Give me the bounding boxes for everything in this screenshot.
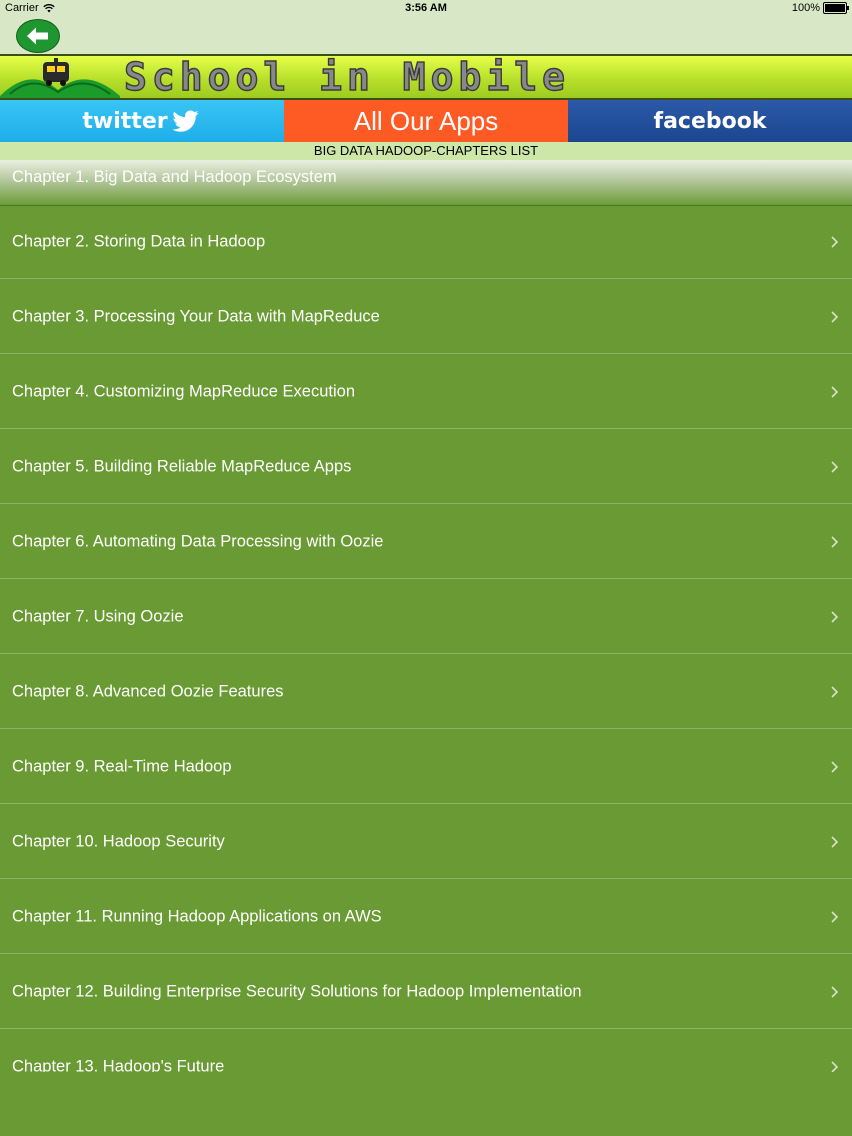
list-bottom-area [0, 1072, 852, 1136]
back-button[interactable] [16, 19, 60, 53]
chevron-right-icon [831, 460, 839, 473]
arrow-left-icon [27, 27, 48, 45]
clock: 3:56 AM [405, 2, 447, 14]
battery-group: 100% [791, 2, 849, 14]
chevron-right-icon [831, 910, 839, 923]
app-root: Carrier 3:56 AM 100% School in Mobile tw… [0, 0, 852, 1136]
chapter-row[interactable]: Chapter 12. Building Enterprise Security… [0, 955, 852, 1029]
battery-icon [823, 2, 849, 14]
chevron-right-icon [831, 310, 839, 323]
chapter-row-label: Chapter 13. Hadoop's Future [12, 1057, 225, 1072]
nav-bar [0, 17, 852, 54]
chevron-right-icon [831, 685, 839, 698]
chevron-right-icon [831, 985, 839, 998]
chapter-row-label: Chapter 6. Automating Data Processing wi… [12, 532, 384, 550]
twitter-label: twitter [82, 108, 168, 134]
status-bar: Carrier 3:56 AM 100% [0, 0, 852, 17]
chevron-right-icon [831, 760, 839, 773]
twitter-bird-icon [171, 110, 199, 132]
chevron-right-icon [831, 535, 839, 548]
chapter-row-label: Chapter 3. Processing Your Data with Map… [12, 307, 380, 325]
chapter-row[interactable]: Chapter 13. Hadoop's Future [0, 1030, 852, 1072]
chevron-right-icon [831, 1060, 839, 1072]
chapter-row[interactable]: Chapter 5. Building Reliable MapReduce A… [0, 430, 852, 504]
chapter-row[interactable]: Chapter 11. Running Hadoop Applications … [0, 880, 852, 954]
chapter-row[interactable]: Chapter 8. Advanced Oozie Features [0, 655, 852, 729]
section-title: BIG DATA HADOOP-CHAPTERS LIST [0, 142, 852, 160]
chapter-row[interactable]: Chapter 10. Hadoop Security [0, 805, 852, 879]
battery-percent: 100% [791, 2, 820, 14]
chevron-right-icon [831, 835, 839, 848]
chapter-row[interactable]: Chapter 7. Using Oozie [0, 580, 852, 654]
facebook-label: facebook [653, 108, 767, 134]
chevron-right-icon [831, 610, 839, 623]
app-banner: School in Mobile [0, 54, 852, 100]
chapter-row-label: Chapter 1. Big Data and Hadoop Ecosystem [12, 168, 337, 186]
school-bus-book-logo [0, 58, 120, 98]
social-buttons-row: twitter All Our Apps facebook [0, 100, 852, 142]
chapter-row-label: Chapter 12. Building Enterprise Security… [12, 982, 582, 1000]
twitter-button[interactable]: twitter [0, 100, 284, 142]
battery-level [825, 4, 845, 12]
facebook-button[interactable]: facebook [568, 100, 852, 142]
chapter-row[interactable]: Chapter 9. Real-Time Hadoop [0, 730, 852, 804]
chapter-row-label: Chapter 4. Customizing MapReduce Executi… [12, 382, 356, 400]
chapter-row[interactable]: Chapter 2. Storing Data in Hadoop [0, 205, 852, 279]
chapter-row[interactable]: Chapter 4. Customizing MapReduce Executi… [0, 355, 852, 429]
all-apps-label: All Our Apps [353, 105, 499, 136]
chevron-right-icon [831, 235, 839, 248]
brand-title: School in Mobile [123, 55, 571, 99]
chapter-row-label: Chapter 9. Real-Time Hadoop [12, 757, 232, 775]
chapter-row-label: Chapter 5. Building Reliable MapReduce A… [12, 457, 352, 475]
chapter-list: Chapter 1. Big Data and Hadoop Ecosystem… [0, 142, 852, 1072]
chapter-row-label: Chapter 2. Storing Data in Hadoop [12, 232, 266, 250]
chevron-right-icon [831, 385, 839, 398]
chapter-row[interactable]: Chapter 3. Processing Your Data with Map… [0, 280, 852, 354]
chapter-row-label: Chapter 7. Using Oozie [12, 607, 184, 625]
chapter-row-label: Chapter 11. Running Hadoop Applications … [12, 907, 382, 925]
chapter-row-label: Chapter 8. Advanced Oozie Features [12, 682, 284, 700]
chapter-row[interactable]: Chapter 6. Automating Data Processing wi… [0, 505, 852, 579]
all-apps-button[interactable]: All Our Apps [284, 100, 568, 142]
chapter-row-label: Chapter 10. Hadoop Security [12, 832, 225, 850]
